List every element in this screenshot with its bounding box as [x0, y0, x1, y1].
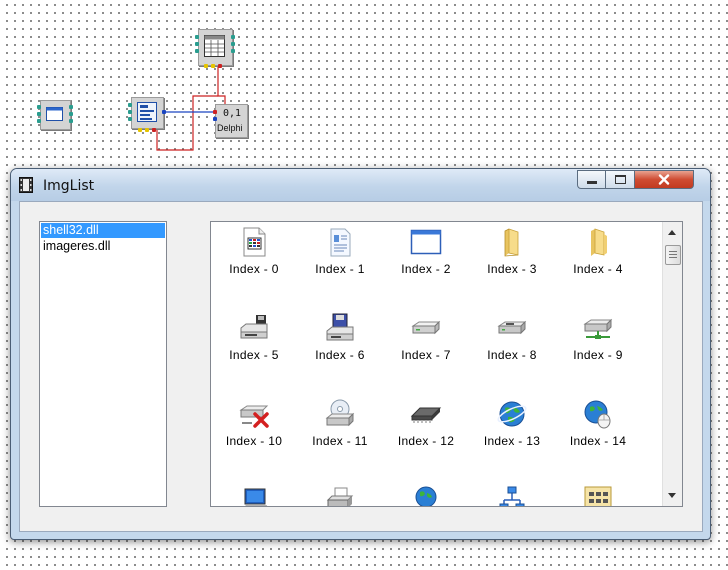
floppy-disk-icon	[326, 313, 354, 341]
hard-drive-icon	[411, 320, 441, 335]
dll-listbox[interactable]: shell32.dll imageres.dll	[39, 221, 167, 507]
maximize-icon	[614, 175, 626, 184]
printer-icon	[326, 487, 354, 506]
icon-label: Index - 4	[573, 262, 623, 276]
globe-mouse-icon	[584, 400, 611, 429]
minimize-icon	[586, 181, 597, 184]
network-drive-disconnected-icon	[239, 405, 269, 428]
icon-label: Index - 1	[315, 262, 365, 276]
icon-label: Index - 3	[487, 262, 537, 276]
memory-chip-icon	[410, 407, 442, 423]
window-icon	[410, 229, 442, 255]
list-item-imageres[interactable]: imageres.dll	[41, 239, 165, 254]
computer-icon	[244, 488, 268, 506]
scroll-thumb[interactable]	[665, 245, 681, 265]
scroll-up-arrow-icon[interactable]	[668, 230, 676, 235]
document-text-icon	[330, 228, 351, 257]
floppy-drive-icon	[240, 315, 268, 339]
icon-cell-6[interactable]: Index - 6	[297, 308, 383, 394]
icon-cell-18[interactable]	[469, 480, 555, 506]
imglist-window: ImgList shell32.dll imageres.dll Index -…	[10, 168, 711, 540]
icon-cell-12[interactable]: Index - 12	[383, 394, 469, 480]
icon-view[interactable]: Index - 0 Index - 1 Index - 2 Index - 3 …	[210, 221, 683, 507]
vertical-scrollbar[interactable]	[662, 222, 682, 506]
removable-drive-icon	[497, 320, 527, 335]
icon-cell-0[interactable]: Index - 0	[211, 222, 297, 308]
icon-label: Index - 11	[312, 434, 368, 448]
icon-label: Index - 13	[483, 434, 541, 448]
cd-drive-icon	[325, 399, 355, 427]
close-icon	[658, 174, 670, 185]
icon-cell-3[interactable]: Index - 3	[469, 222, 555, 308]
icon-cell-7[interactable]: Index - 7	[383, 308, 469, 394]
scroll-down-arrow-icon[interactable]	[668, 493, 676, 498]
icon-cell-9[interactable]: Index - 9	[555, 308, 641, 394]
icon-cell-13[interactable]: Index - 13	[469, 394, 555, 480]
icon-cell-15[interactable]	[211, 480, 297, 506]
icon-label: Index - 10	[225, 434, 283, 448]
maximize-button[interactable]	[606, 170, 635, 189]
icon-label: Index - 7	[401, 348, 451, 362]
network-nodes-icon	[499, 486, 525, 506]
icon-label: Index - 2	[401, 262, 451, 276]
window-client-area: shell32.dll imageres.dll Index - 0 Index…	[19, 201, 703, 532]
folder-open-icon	[591, 228, 607, 256]
icon-label: Index - 9	[573, 348, 623, 362]
list-component-icon	[137, 102, 157, 122]
image-list-node[interactable]	[128, 97, 166, 133]
document-chart-icon	[243, 227, 266, 257]
delphi-node-label: Delphi	[217, 123, 243, 133]
wire-layer	[156, 66, 226, 151]
minimize-button[interactable]	[577, 170, 606, 189]
table-component-icon	[204, 35, 225, 57]
icon-cell-8[interactable]: Index - 8	[469, 308, 555, 394]
window-node[interactable]	[37, 100, 73, 130]
title-bar[interactable]: ImgList	[11, 169, 710, 201]
icon-label: Index - 5	[229, 348, 279, 362]
icon-grid: Index - 0 Index - 1 Index - 2 Index - 3 …	[211, 222, 663, 506]
network-drive-icon	[583, 318, 613, 339]
globe-icon	[497, 401, 527, 427]
icon-label: Index - 0	[229, 262, 279, 276]
delphi-node[interactable]: 0,1 Delphi	[213, 104, 249, 140]
icon-cell-1[interactable]: Index - 1	[297, 222, 383, 308]
folder-icon	[504, 228, 519, 257]
window-title: ImgList	[43, 178, 95, 194]
list-item-shell32[interactable]: shell32.dll	[41, 223, 165, 238]
close-button[interactable]	[635, 170, 694, 189]
icon-cell-19[interactable]	[555, 480, 641, 506]
icon-label: Index - 8	[487, 348, 537, 362]
icon-cell-10[interactable]: Index - 10	[211, 394, 297, 480]
icon-cell-4[interactable]: Index - 4	[555, 222, 641, 308]
icon-label: Index - 6	[315, 348, 365, 362]
icon-label: Index - 14	[569, 434, 627, 448]
icon-cell-2[interactable]: Index - 2	[383, 222, 469, 308]
icon-cell-5[interactable]: Index - 5	[211, 308, 297, 394]
icon-cell-17[interactable]	[383, 480, 469, 506]
icon-cell-14[interactable]: Index - 14	[555, 394, 641, 480]
control-panel-icon	[584, 486, 612, 506]
table-node[interactable]	[195, 29, 235, 69]
icon-label: Index - 12	[397, 434, 455, 448]
network-globe-icon	[415, 486, 437, 506]
window-component-icon	[46, 107, 63, 121]
red-wire-lower	[156, 95, 218, 151]
icon-cell-11[interactable]: Index - 11	[297, 394, 383, 480]
film-strip-icon	[19, 177, 33, 193]
icon-cell-16[interactable]	[297, 480, 383, 506]
delphi-node-digits: 0,1	[223, 108, 242, 119]
